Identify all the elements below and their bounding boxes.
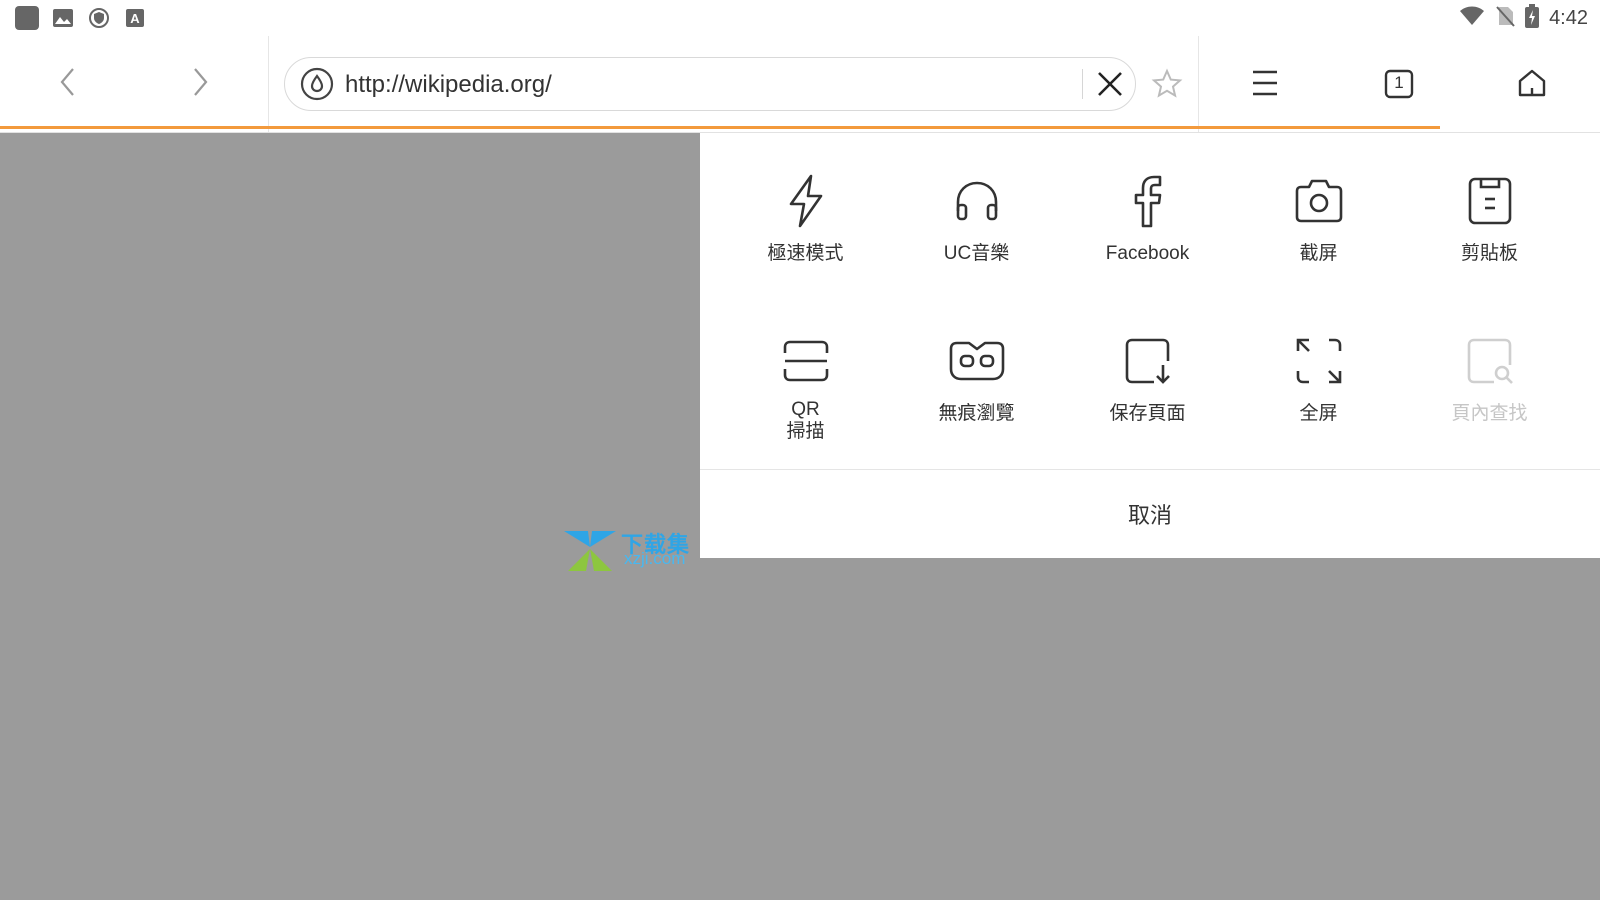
menu-item-label: 全屏 xyxy=(1299,403,1338,424)
camera-icon xyxy=(1289,171,1349,231)
cancel-button[interactable]: 取消 xyxy=(700,470,1600,558)
menu-item-label: 剪貼板 xyxy=(1460,243,1518,264)
menu-item-qr-scan[interactable]: QR 掃描 xyxy=(720,331,891,443)
back-button[interactable] xyxy=(48,64,88,104)
watermark-text-en: xzji.com xyxy=(624,549,686,568)
status-bar-right: 4:42 xyxy=(1459,4,1588,32)
fullscreen-icon xyxy=(1289,331,1349,391)
shield-icon xyxy=(86,6,112,30)
status-bar-left-icons: A xyxy=(14,6,148,30)
menu-item-label: UC音樂 xyxy=(943,243,1010,264)
menu-item-label: QR 掃描 xyxy=(786,399,825,442)
menu-item-speed-mode[interactable]: 極速模式 xyxy=(720,171,891,265)
menu-item-save-page[interactable]: 保存頁面 xyxy=(1062,331,1233,425)
menu-item-clipboard[interactable]: 剪貼板 xyxy=(1404,171,1575,265)
tabs-count: 1 xyxy=(1394,73,1404,92)
no-sim-icon xyxy=(1495,5,1515,31)
watermark-logo: 下载集 xzji.com xyxy=(562,527,702,575)
clipboard-icon xyxy=(1460,171,1520,231)
gallery-icon xyxy=(50,6,76,30)
toolbar-divider xyxy=(268,36,269,132)
facebook-icon xyxy=(1118,171,1178,231)
battery-charging-icon xyxy=(1525,4,1540,32)
menu-item-label: 無痕瀏覽 xyxy=(938,403,1015,424)
chevron-left-icon xyxy=(58,66,78,102)
menu-item-label: 頁內查找 xyxy=(1451,403,1528,424)
close-icon[interactable] xyxy=(1096,70,1124,102)
menu-item-facebook[interactable]: Facebook xyxy=(1062,171,1233,265)
menu-item-label: Facebook xyxy=(1105,243,1190,264)
hamburger-menu-icon[interactable] xyxy=(1252,68,1278,102)
save-page-icon xyxy=(1118,331,1178,391)
url-bar[interactable]: http://wikipedia.org/ xyxy=(284,57,1136,111)
menu-item-screenshot[interactable]: 截屏 xyxy=(1233,171,1404,265)
headphones-icon xyxy=(947,171,1007,231)
url-text[interactable]: http://wikipedia.org/ xyxy=(345,71,552,99)
browser-menu-sheet: 極速模式 UC音樂 Facebook 截屏 剪貼板 QR 掃描 無痕瀏覽 保存頁… xyxy=(700,133,1600,558)
status-bar: A 4:42 xyxy=(0,0,1600,36)
qr-scan-icon xyxy=(776,331,836,391)
menu-item-label: 截屏 xyxy=(1299,243,1338,264)
app-square-icon xyxy=(14,6,40,30)
star-icon[interactable] xyxy=(1151,68,1183,104)
uc-logo-icon xyxy=(300,67,334,105)
menu-item-fullscreen[interactable]: 全屏 xyxy=(1233,331,1404,425)
find-in-page-icon xyxy=(1460,331,1520,391)
browser-toolbar: http://wikipedia.org/ 1 xyxy=(0,36,1600,133)
url-separator xyxy=(1082,69,1083,99)
forward-button[interactable] xyxy=(180,64,220,104)
chevron-right-icon xyxy=(190,66,210,102)
toolbar-divider xyxy=(1198,36,1199,132)
incognito-mask-icon xyxy=(947,331,1007,391)
menu-item-incognito[interactable]: 無痕瀏覽 xyxy=(891,331,1062,425)
menu-item-label: 保存頁面 xyxy=(1109,403,1186,424)
menu-item-label: 極速模式 xyxy=(767,243,844,264)
font-a-icon: A xyxy=(122,6,148,30)
menu-item-uc-music[interactable]: UC音樂 xyxy=(891,171,1062,265)
page-load-progress xyxy=(0,126,1440,129)
watermark-x-icon xyxy=(564,531,616,571)
wifi-icon xyxy=(1459,5,1485,31)
svg-text:A: A xyxy=(130,11,140,26)
tabs-button[interactable]: 1 xyxy=(1384,69,1414,103)
lightning-icon xyxy=(776,171,836,231)
status-time: 4:42 xyxy=(1549,6,1588,29)
menu-item-find-in-page: 頁內查找 xyxy=(1404,331,1575,425)
home-icon[interactable] xyxy=(1517,68,1547,102)
